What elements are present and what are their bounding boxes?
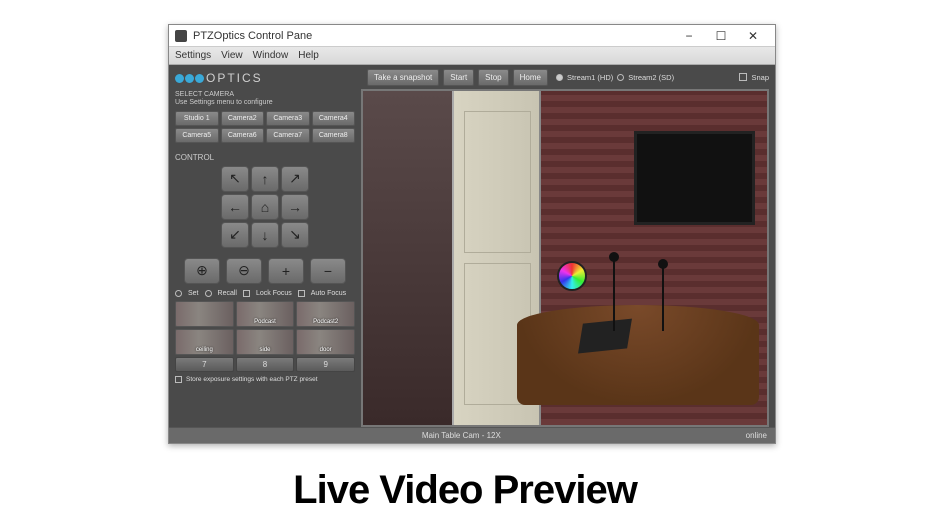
camera-button[interactable]: Camera7 <box>266 128 310 143</box>
stop-button[interactable]: Stop <box>478 69 508 86</box>
snap-label: Snap <box>751 73 769 82</box>
maximize-button[interactable]: ☐ <box>705 26 737 46</box>
video-preview <box>361 89 769 427</box>
zoom-in-button[interactable]: ⊕ <box>184 258 220 284</box>
recall-radio[interactable] <box>205 290 212 297</box>
store-exposure-row: Store exposure settings with each PTZ pr… <box>175 376 355 383</box>
auto-focus-checkbox[interactable] <box>298 290 305 297</box>
stream-options: Stream1 (HD) Stream2 (SD) <box>556 73 674 82</box>
menu-view[interactable]: View <box>221 50 243 61</box>
camera-button[interactable]: Studio 1 <box>175 111 219 126</box>
stream1-radio[interactable] <box>556 74 563 81</box>
window-title: PTZOptics Control Pane <box>193 30 673 42</box>
store-exposure-label: Store exposure settings with each PTZ pr… <box>186 376 318 383</box>
camera-button[interactable]: Camera2 <box>221 111 265 126</box>
ptz-down-right-button[interactable]: ↘ <box>281 222 309 248</box>
ptz-left-button[interactable]: ← <box>221 194 249 220</box>
camera-grid: Studio 1 Camera2 Camera3 Camera4 Camera5… <box>175 111 355 143</box>
zoom-out-icon: ⊖ <box>238 262 250 279</box>
logo-dot-icon <box>175 74 184 83</box>
camera-button[interactable]: Camera4 <box>312 111 356 126</box>
zoom-row: ⊕ ⊖ + − <box>175 258 355 284</box>
focus-near-button[interactable]: + <box>268 258 304 284</box>
menubar: Settings View Window Help <box>169 47 775 65</box>
home-button[interactable]: Home <box>513 69 548 86</box>
menu-settings[interactable]: Settings <box>175 50 211 61</box>
preset-num-button[interactable]: 7 <box>175 357 234 372</box>
status-center: Main Table Cam - 12X <box>177 431 746 440</box>
menu-window[interactable]: Window <box>253 50 289 61</box>
app-icon <box>175 30 187 42</box>
ptz-up-left-button[interactable]: ↖ <box>221 166 249 192</box>
logo-dot-icon <box>195 74 204 83</box>
zoom-out-button[interactable]: ⊖ <box>226 258 262 284</box>
plus-icon: + <box>282 263 290 279</box>
ptz-down-left-button[interactable]: ↙ <box>221 222 249 248</box>
start-button[interactable]: Start <box>443 69 474 86</box>
close-button[interactable]: ✕ <box>737 26 769 46</box>
main-area: Take a snapshot Start Stop Home Stream1 … <box>361 65 775 427</box>
logo-dot-icon <box>185 74 194 83</box>
preset-thumb[interactable]: side <box>236 329 295 355</box>
set-label: Set <box>188 290 199 297</box>
auto-focus-label: Auto Focus <box>311 290 346 297</box>
set-radio[interactable] <box>175 290 182 297</box>
preset-thumb[interactable] <box>175 301 234 327</box>
ptz-up-button[interactable]: ↑ <box>251 166 279 192</box>
control-label: CONTROL <box>175 153 355 162</box>
lock-focus-label: Lock Focus <box>256 290 292 297</box>
page-caption: Live Video Preview <box>0 468 930 513</box>
stream2-label: Stream2 (SD) <box>628 73 674 82</box>
stream2-radio[interactable] <box>617 74 624 81</box>
preset-thumb[interactable]: door <box>296 329 355 355</box>
camera-button[interactable]: Camera6 <box>221 128 265 143</box>
select-camera-label: SELECT CAMERA Use Settings menu to confi… <box>175 91 355 108</box>
store-exposure-checkbox[interactable] <box>175 376 182 383</box>
snap-checkbox[interactable] <box>739 73 747 81</box>
app-window: PTZOptics Control Pane − ☐ ✕ Settings Vi… <box>168 24 776 444</box>
statusbar: Main Table Cam - 12X online <box>169 427 775 443</box>
lock-focus-checkbox[interactable] <box>243 290 250 297</box>
logo-text: OPTICS <box>206 71 263 85</box>
minimize-button[interactable]: − <box>673 26 705 46</box>
preset-thumb-grid: Podcast Podcast2 ceiling side door <box>175 301 355 355</box>
sidebar: OPTICS SELECT CAMERA Use Settings menu t… <box>169 65 361 427</box>
status-right: online <box>746 431 767 440</box>
stream1-label: Stream1 (HD) <box>567 73 613 82</box>
camera-button[interactable]: Camera8 <box>312 128 356 143</box>
snapshot-button[interactable]: Take a snapshot <box>367 69 439 86</box>
preset-thumb[interactable]: ceiling <box>175 329 234 355</box>
focus-far-button[interactable]: − <box>310 258 346 284</box>
preset-num-grid: 7 8 9 <box>175 357 355 372</box>
ptz-grid: ↖ ↑ ↗ ← ⌂ → ↙ ↓ ↘ <box>175 166 355 248</box>
ptz-right-button[interactable]: → <box>281 194 309 220</box>
preset-num-button[interactable]: 8 <box>236 357 295 372</box>
recall-label: Recall <box>218 290 237 297</box>
ptz-down-button[interactable]: ↓ <box>251 222 279 248</box>
logo: OPTICS <box>175 71 355 85</box>
focus-options-row: Set Recall Lock Focus Auto Focus <box>175 290 355 297</box>
ptz-up-right-button[interactable]: ↗ <box>281 166 309 192</box>
zoom-in-icon: ⊕ <box>196 262 208 279</box>
preview-scene <box>363 91 767 425</box>
preset-thumb[interactable]: Podcast <box>236 301 295 327</box>
top-controls: Take a snapshot Start Stop Home Stream1 … <box>361 65 775 89</box>
camera-button[interactable]: Camera3 <box>266 111 310 126</box>
titlebar: PTZOptics Control Pane − ☐ ✕ <box>169 25 775 47</box>
minus-icon: − <box>324 263 332 279</box>
camera-button[interactable]: Camera5 <box>175 128 219 143</box>
menu-help[interactable]: Help <box>298 50 319 61</box>
ptz-home-button[interactable]: ⌂ <box>251 194 279 220</box>
preset-num-button[interactable]: 9 <box>296 357 355 372</box>
preset-thumb[interactable]: Podcast2 <box>296 301 355 327</box>
snap-option: Snap <box>739 73 769 82</box>
